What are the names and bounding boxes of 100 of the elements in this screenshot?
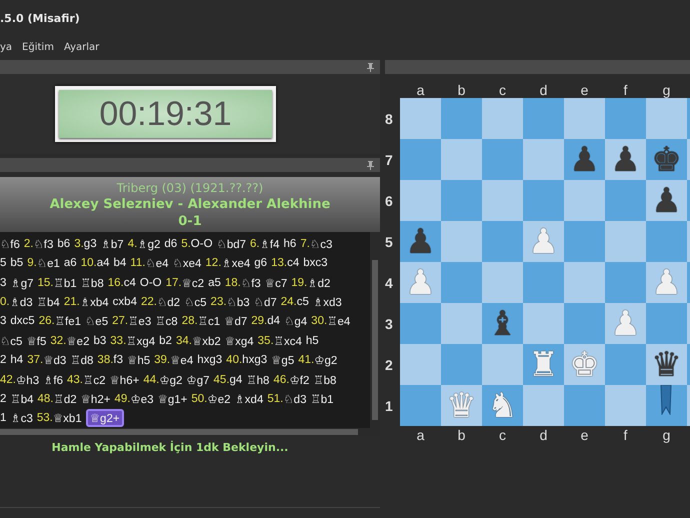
move[interactable]: ♘c5	[184, 294, 207, 309]
move[interactable]: hxg3	[197, 354, 222, 366]
move[interactable]: ♘g4	[284, 314, 308, 328]
move[interactable]: ♘c5	[0, 334, 22, 348]
move[interactable]: b4	[114, 257, 126, 270]
move[interactable]: ♖b8	[80, 276, 104, 290]
move[interactable]: ♔h3	[16, 372, 40, 387]
move[interactable]: ♕d7	[224, 314, 248, 328]
move[interactable]: ♕h6+	[109, 372, 140, 387]
move[interactable]: ♗xe4	[221, 256, 250, 270]
move[interactable]: g6	[254, 257, 268, 270]
scrollbar[interactable]	[370, 232, 380, 428]
move[interactable]: c4	[124, 276, 136, 289]
move[interactable]: 5	[0, 257, 6, 270]
move[interactable]: 2	[0, 354, 6, 366]
move[interactable]: g3	[84, 238, 97, 250]
move[interactable]: ♖b4	[36, 294, 60, 309]
move[interactable]: ♕c7	[264, 276, 288, 290]
move[interactable]: ♘xe4	[172, 256, 202, 270]
move[interactable]: f3	[113, 354, 124, 366]
move[interactable]: ♔f2	[289, 372, 310, 387]
move[interactable]: bxc3	[303, 257, 328, 270]
move[interactable]: ♗g2	[137, 236, 160, 251]
scrollbar-thumb[interactable]	[372, 260, 378, 420]
move[interactable]: d6	[164, 238, 178, 250]
move[interactable]: 3	[0, 276, 6, 289]
pin-icon[interactable]	[367, 160, 374, 170]
move[interactable]: ♖c1	[198, 314, 220, 328]
move[interactable]: ♖b1	[310, 392, 334, 406]
move[interactable]: ♗d3	[10, 294, 33, 309]
move[interactable]: ♕d3	[43, 353, 66, 368]
move[interactable]: ♔g7	[186, 372, 210, 387]
move[interactable]: ♗c3	[10, 411, 33, 426]
move[interactable]: ♕xb1	[52, 411, 82, 426]
move[interactable]: h4	[10, 354, 24, 366]
move[interactable]: ♘b3	[226, 294, 250, 309]
scrollbar-thumb[interactable]	[0, 429, 358, 435]
move[interactable]: ♗xd3	[312, 294, 342, 309]
move[interactable]: ♔e3	[130, 392, 154, 406]
move[interactable]: O-O	[190, 238, 213, 250]
pin-icon[interactable]	[367, 62, 374, 72]
menu-item[interactable]: ya	[0, 42, 12, 52]
move[interactable]: ♖d2	[54, 392, 77, 406]
move[interactable]: a6	[64, 257, 77, 270]
move[interactable]: ♕c2	[182, 276, 204, 290]
move[interactable]: ♖xg4	[126, 334, 156, 348]
move[interactable]: 2	[0, 392, 6, 405]
move[interactable]: ♘e4	[145, 256, 169, 270]
move[interactable]: b3	[93, 334, 106, 347]
move[interactable]: ♘f6	[0, 236, 20, 251]
move[interactable]: ♗b7	[100, 236, 124, 251]
move[interactable]: ♗xd4	[234, 392, 264, 406]
move[interactable]: ♖xc4	[274, 334, 302, 348]
move[interactable]: ♘bd7	[216, 236, 246, 251]
move[interactable]: ♕xg4	[224, 334, 254, 348]
move[interactable]: ♘f3	[34, 236, 54, 251]
move[interactable]: ♗xb4	[80, 294, 109, 309]
move[interactable]: b2	[159, 334, 172, 347]
move[interactable]: 1	[0, 412, 6, 424]
move[interactable]: ♕g5	[271, 353, 294, 368]
move[interactable]: h6	[284, 238, 296, 250]
move[interactable]: ♕g1+	[158, 392, 188, 406]
move[interactable]: ♖h8	[246, 372, 270, 387]
move[interactable]: O-O	[140, 276, 162, 289]
menu-item[interactable]: Eğitim	[22, 42, 54, 52]
move[interactable]: ♖fe1	[54, 314, 81, 328]
move[interactable]: ♘d3	[283, 392, 306, 406]
move[interactable]: ♘e5	[85, 314, 108, 328]
move[interactable]: a5	[208, 276, 221, 289]
move[interactable]: ♕f5	[26, 334, 46, 348]
move[interactable]: ♘f3	[240, 276, 261, 290]
move[interactable]: ♘e1	[36, 256, 60, 270]
move[interactable]: ♗d2	[307, 276, 330, 290]
move[interactable]: 3	[0, 315, 6, 328]
move[interactable]: ♔e2	[207, 392, 230, 406]
move[interactable]: ♖b4	[10, 392, 34, 406]
move[interactable]: b6	[57, 238, 70, 250]
move[interactable]: ♔g2	[159, 372, 182, 387]
move[interactable]: a4	[96, 257, 110, 270]
move[interactable]: ♖e4	[327, 314, 350, 328]
move[interactable]: ♕e2	[66, 334, 90, 348]
move[interactable]: h5	[306, 334, 319, 347]
move[interactable]: ♖d8	[70, 353, 94, 368]
move[interactable]: ♗g7	[10, 276, 34, 290]
move[interactable]: ♘d7	[254, 294, 277, 309]
move[interactable]: dxc5	[10, 315, 35, 328]
move[interactable]: b5	[10, 257, 24, 270]
move[interactable]: ♕g2+	[86, 409, 124, 428]
move[interactable]: g4	[230, 374, 242, 386]
move[interactable]: ♗f4	[260, 236, 280, 251]
move[interactable]: ♖b8	[313, 372, 336, 387]
move[interactable]: hxg3	[242, 354, 268, 366]
move[interactable]: c4	[287, 257, 300, 270]
move[interactable]: ♖e3	[128, 314, 152, 328]
move[interactable]: ♕e4	[170, 353, 194, 368]
move[interactable]: ♖b1	[54, 276, 77, 290]
move[interactable]: ♖c8	[155, 314, 178, 328]
move[interactable]: ♔g2	[314, 353, 338, 368]
move[interactable]: ♘c3	[310, 236, 332, 251]
menu-item[interactable]: Ayarlar	[64, 42, 100, 52]
